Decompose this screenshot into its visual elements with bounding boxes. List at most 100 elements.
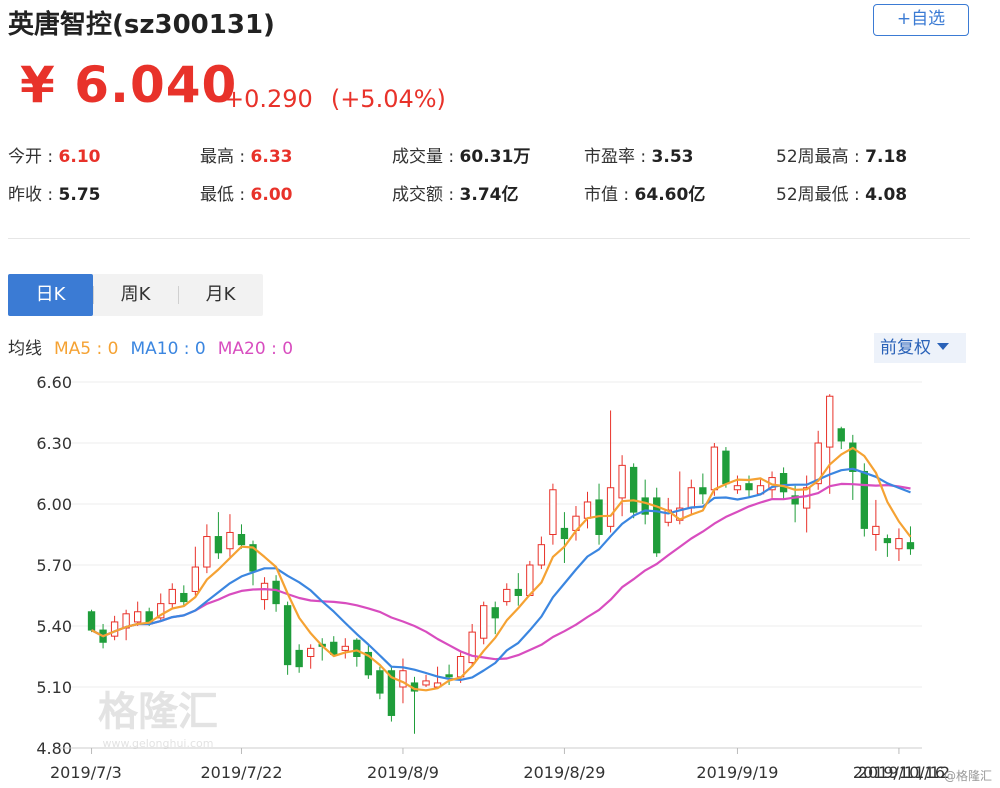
candle[interactable] bbox=[364, 644, 373, 679]
candle-body bbox=[87, 611, 96, 631]
candle-body bbox=[687, 487, 695, 509]
candle[interactable] bbox=[226, 514, 234, 557]
candle[interactable] bbox=[503, 583, 511, 606]
x-tick-label: 2019/7/3 bbox=[50, 763, 122, 782]
candle[interactable] bbox=[583, 491, 592, 529]
candle[interactable] bbox=[422, 674, 430, 687]
candle[interactable] bbox=[549, 483, 557, 545]
candle[interactable] bbox=[526, 560, 534, 596]
candle-body bbox=[537, 544, 546, 566]
candle[interactable] bbox=[676, 471, 684, 525]
tab-monthly-k[interactable]: 月K bbox=[178, 274, 263, 316]
stat-volume: 成交量 : 60.31万 bbox=[392, 147, 531, 167]
candle[interactable] bbox=[722, 447, 730, 488]
kline-chart[interactable]: 格隆汇 www.gelonghui.com 6.60 6.30 6.00 5.70 5.… bbox=[0, 365, 1000, 788]
candle[interactable] bbox=[872, 499, 880, 551]
tab-daily-k[interactable]: 日K bbox=[8, 274, 93, 316]
candle-body bbox=[353, 639, 361, 658]
candle[interactable] bbox=[895, 528, 903, 561]
candle-body bbox=[110, 621, 119, 637]
candle[interactable] bbox=[595, 483, 603, 545]
candle[interactable] bbox=[410, 676, 419, 734]
candle[interactable] bbox=[837, 426, 845, 450]
candle[interactable] bbox=[733, 475, 742, 494]
candle-body bbox=[168, 588, 176, 605]
candle[interactable] bbox=[618, 455, 626, 517]
price-adjust-label: 前复权 bbox=[880, 338, 931, 358]
candle[interactable] bbox=[699, 473, 707, 505]
ma20-line bbox=[90, 482, 911, 661]
stat-turnover: 成交额 : 3.74亿 bbox=[392, 185, 519, 205]
candle[interactable] bbox=[826, 394, 834, 494]
candle-body bbox=[226, 531, 234, 550]
candle[interactable] bbox=[653, 487, 661, 557]
candle-body bbox=[629, 466, 638, 513]
candle[interactable] bbox=[122, 609, 130, 641]
price-adjust-dropdown[interactable]: 前复权 bbox=[874, 333, 966, 363]
candle[interactable] bbox=[629, 463, 638, 519]
stat-52w-high: 52周最高 : 7.18 bbox=[776, 147, 908, 167]
candle[interactable] bbox=[376, 666, 384, 700]
candle-body bbox=[330, 641, 338, 655]
candle[interactable] bbox=[560, 512, 569, 563]
candle-body bbox=[837, 428, 845, 442]
candle-body bbox=[583, 501, 592, 519]
candle-body bbox=[895, 538, 903, 550]
y-tick-label: 5.10 bbox=[36, 678, 72, 697]
candle[interactable] bbox=[283, 601, 292, 675]
candle[interactable] bbox=[883, 534, 892, 557]
candle[interactable] bbox=[180, 585, 188, 606]
candle-body bbox=[872, 525, 880, 536]
quote-stats: 今开 : 6.10 最高 : 6.33 成交量 : 60.31万 市盈率 : 3… bbox=[8, 142, 968, 218]
candle-body bbox=[283, 605, 292, 666]
candle-body bbox=[468, 631, 476, 664]
candle[interactable] bbox=[468, 623, 476, 667]
candle[interactable] bbox=[307, 644, 315, 669]
ma-layer bbox=[90, 446, 912, 692]
candle-body bbox=[307, 647, 315, 658]
candle[interactable] bbox=[849, 434, 857, 500]
candle-body bbox=[606, 487, 615, 527]
y-tick-label: 6.30 bbox=[36, 434, 72, 453]
price-change: +0.290 (+5.04%) bbox=[224, 85, 464, 113]
candle[interactable] bbox=[191, 546, 200, 596]
candle[interactable] bbox=[110, 615, 119, 641]
candle-body bbox=[779, 473, 788, 493]
candle[interactable] bbox=[214, 512, 223, 559]
candle[interactable] bbox=[480, 601, 488, 645]
stock-title: 英唐智控(sz300131) bbox=[8, 10, 275, 40]
ma5-label: MA5 : 0 bbox=[54, 339, 119, 359]
candle[interactable] bbox=[260, 577, 269, 610]
candle-body bbox=[883, 538, 892, 544]
add-to-watchlist-button[interactable]: +自选 bbox=[873, 4, 969, 36]
candle[interactable] bbox=[203, 524, 211, 574]
watermark-logo-text: 格隆汇 bbox=[98, 689, 218, 735]
candle[interactable] bbox=[779, 467, 788, 500]
current-price: ¥ 6.040 bbox=[20, 56, 238, 114]
candle-body bbox=[491, 607, 499, 619]
candle-body bbox=[272, 580, 280, 605]
candle[interactable] bbox=[318, 638, 326, 661]
stat-high: 最高 : 6.33 bbox=[200, 147, 293, 167]
caret-down-icon bbox=[937, 343, 949, 350]
candle-body bbox=[237, 534, 246, 546]
candle[interactable] bbox=[295, 644, 303, 673]
candle[interactable] bbox=[491, 601, 499, 635]
candle[interactable] bbox=[906, 526, 915, 555]
y-tick-label: 5.70 bbox=[36, 556, 72, 575]
candle[interactable] bbox=[168, 583, 176, 608]
candle[interactable] bbox=[237, 524, 246, 549]
candle[interactable] bbox=[341, 638, 349, 659]
candle[interactable] bbox=[87, 609, 96, 633]
candle-body bbox=[710, 446, 719, 491]
ma-legend: 均线 MA5 : 0 MA10 : 0 MA20 : 0 bbox=[8, 334, 305, 359]
x-tick-label: 2019/8/29 bbox=[523, 763, 605, 782]
stat-52w-low: 52周最低 : 4.08 bbox=[776, 185, 908, 205]
candle[interactable] bbox=[514, 573, 522, 606]
candle[interactable] bbox=[133, 601, 142, 626]
candle-body bbox=[860, 470, 869, 529]
candle[interactable] bbox=[791, 485, 799, 523]
candle[interactable] bbox=[272, 575, 280, 612]
candle[interactable] bbox=[537, 536, 546, 570]
tab-weekly-k[interactable]: 周K bbox=[93, 274, 178, 316]
